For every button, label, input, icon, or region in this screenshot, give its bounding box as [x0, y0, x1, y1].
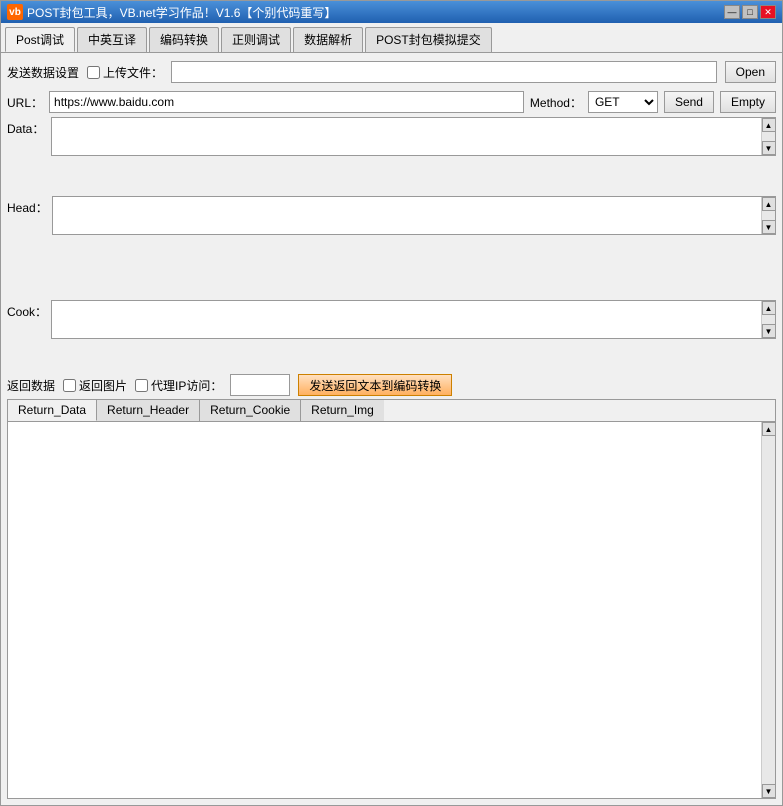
head-scrollbar: ▲ ▼ — [761, 197, 775, 234]
file-path-input[interactable] — [171, 61, 717, 83]
proxy-checkbox[interactable] — [135, 379, 148, 392]
head-scroll-down[interactable]: ▼ — [762, 220, 776, 234]
tab-encode[interactable]: 编码转换 — [149, 27, 219, 52]
convert-button[interactable]: 发送返回文本到编码转换 — [298, 374, 452, 396]
tab-translate[interactable]: 中英互译 — [77, 27, 147, 52]
return-header: 返回数据 返回图片 代理IP访问： 发送返回文本到编码转换 — [7, 374, 776, 396]
upload-file-label: 上传文件： — [103, 64, 163, 81]
cook-textarea-wrapper: ▲ ▼ — [51, 300, 776, 339]
title-bar: vb POST封包工具，VB.net学习作品！V1.6【个别代码重写】 — □ … — [1, 1, 782, 23]
cook-scrollbar: ▲ ▼ — [761, 301, 775, 338]
method-select[interactable]: GET POST PUT DELETE HEAD — [588, 91, 658, 113]
proxy-text: 代理IP访问： — [151, 377, 222, 394]
tab-parse[interactable]: 数据解析 — [293, 27, 363, 52]
head-textarea[interactable] — [53, 197, 761, 231]
return-scroll-track — [762, 436, 776, 784]
return-tab-img[interactable]: Return_Img — [301, 400, 384, 421]
tab-regex[interactable]: 正则调试 — [221, 27, 291, 52]
data-label: Data： — [7, 117, 47, 137]
return-tab-cookie[interactable]: Return_Cookie — [200, 400, 301, 421]
return-label: 返回数据 — [7, 377, 55, 394]
main-window: vb POST封包工具，VB.net学习作品！V1.6【个别代码重写】 — □ … — [0, 0, 783, 806]
cook-scroll-track — [762, 315, 776, 324]
cook-scroll-down[interactable]: ▼ — [762, 324, 776, 338]
maximize-button[interactable]: □ — [742, 5, 758, 19]
head-textarea-wrapper: ▲ ▼ — [52, 196, 776, 235]
url-label: URL： — [7, 94, 43, 111]
method-label: Method： — [530, 94, 582, 111]
tab-post[interactable]: Post调试 — [5, 27, 75, 52]
proxy-label[interactable]: 代理IP访问： — [135, 377, 222, 394]
return-scroll-up[interactable]: ▲ — [762, 422, 776, 436]
empty-button[interactable]: Empty — [720, 91, 776, 113]
data-textarea[interactable] — [52, 118, 761, 152]
data-scroll-down[interactable]: ▼ — [762, 141, 776, 155]
minimize-button[interactable]: — — [724, 5, 740, 19]
head-scroll-up[interactable]: ▲ — [762, 197, 776, 211]
data-scrollbar: ▲ ▼ — [761, 118, 775, 155]
return-img-text: 返回图片 — [79, 377, 127, 394]
upload-file-checkbox-label[interactable]: 上传文件： — [87, 64, 163, 81]
cook-textarea[interactable] — [52, 301, 761, 335]
cook-label: Cook： — [7, 300, 47, 320]
return-content-area: ▲ ▼ — [7, 421, 776, 799]
return-tab-bar: Return_Data Return_Header Return_Cookie … — [7, 399, 776, 421]
url-input[interactable] — [49, 91, 524, 113]
return-content-textarea[interactable] — [8, 422, 761, 798]
send-button[interactable]: Send — [664, 91, 714, 113]
content-area: 发送数据设置 上传文件： Open URL： Method： GET POST … — [1, 53, 782, 805]
head-scroll-track — [762, 211, 776, 220]
data-textarea-wrapper: ▲ ▼ — [51, 117, 776, 156]
title-controls: — □ ✕ — [724, 5, 776, 19]
head-label: Head： — [7, 196, 48, 216]
return-img-checkbox[interactable] — [63, 379, 76, 392]
data-scroll-up[interactable]: ▲ — [762, 118, 776, 132]
return-scroll-down[interactable]: ▼ — [762, 784, 776, 798]
window-title: POST封包工具，VB.net学习作品！V1.6【个别代码重写】 — [27, 4, 336, 21]
title-bar-left: vb POST封包工具，VB.net学习作品！V1.6【个别代码重写】 — [7, 4, 336, 21]
close-button[interactable]: ✕ — [760, 5, 776, 19]
proxy-input[interactable] — [230, 374, 290, 396]
send-section-label: 发送数据设置 — [7, 64, 79, 81]
data-scroll-track — [762, 132, 776, 141]
cook-scroll-up[interactable]: ▲ — [762, 301, 776, 315]
return-img-label[interactable]: 返回图片 — [63, 377, 127, 394]
open-button[interactable]: Open — [725, 61, 776, 83]
return-tab-data[interactable]: Return_Data — [8, 400, 97, 421]
tab-packet[interactable]: POST封包模拟提交 — [365, 27, 492, 52]
return-tab-header[interactable]: Return_Header — [97, 400, 200, 421]
upload-file-checkbox[interactable] — [87, 66, 100, 79]
return-section: 返回数据 返回图片 代理IP访问： 发送返回文本到编码转换 Return_Dat… — [7, 374, 776, 799]
app-icon: vb — [7, 4, 23, 20]
return-scrollbar: ▲ ▼ — [761, 422, 775, 798]
main-tab-bar: Post调试 中英互译 编码转换 正则调试 数据解析 POST封包模拟提交 — [1, 23, 782, 53]
